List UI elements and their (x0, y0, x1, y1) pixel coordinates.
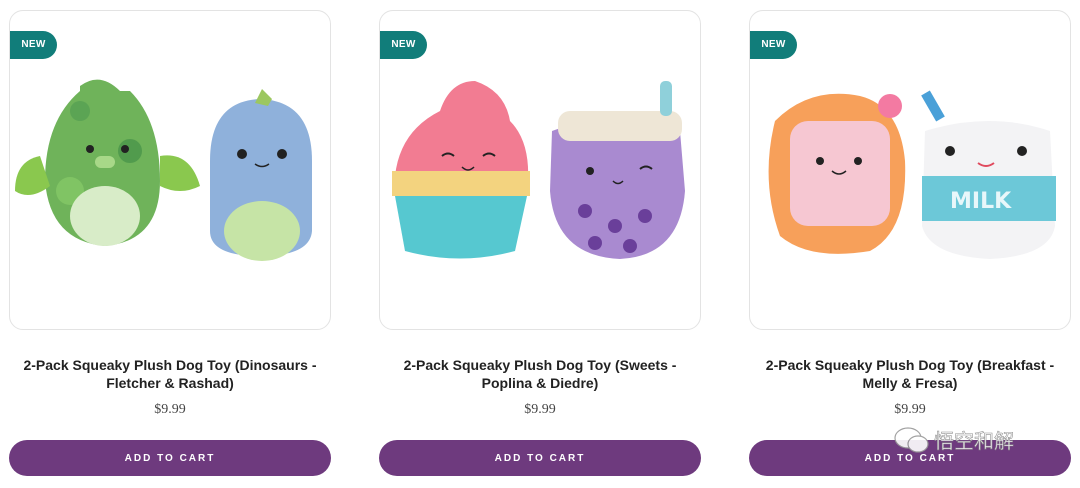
new-badge: NEW (380, 31, 427, 59)
milk-label: MILK (950, 189, 1012, 214)
new-badge: NEW (10, 31, 57, 59)
product-price: $9.99 (524, 402, 556, 417)
new-badge: NEW (750, 31, 797, 59)
product-image[interactable]: MILK NEW (749, 10, 1071, 330)
add-to-cart-button[interactable]: ADD TO CART (9, 440, 331, 476)
watermark-text: 悟空和解 (934, 429, 1014, 453)
breakfast-plush-image: MILK (768, 90, 1056, 259)
sweets-plush-image (392, 81, 685, 259)
product-price: $9.99 (894, 402, 926, 417)
dinosaur-plush-image (15, 79, 312, 261)
product-image[interactable]: NEW (379, 10, 701, 330)
product-card: MILK NEW 2-Pack Squeaky Plush Dog Toy (B… (749, 10, 1071, 476)
product-card: NEW 2-Pack Squeaky Plush Dog Toy (Dinosa… (9, 10, 331, 476)
wechat-icon (894, 427, 929, 453)
product-title[interactable]: 2-Pack Squeaky Plush Dog Toy (Dinosaurs … (9, 356, 331, 392)
product-title[interactable]: 2-Pack Squeaky Plush Dog Toy (Sweets - P… (379, 356, 701, 392)
product-title[interactable]: 2-Pack Squeaky Plush Dog Toy (Breakfast … (749, 356, 1071, 392)
product-image[interactable]: NEW (9, 10, 331, 330)
add-to-cart-button[interactable]: ADD TO CART (379, 440, 701, 476)
product-price: $9.99 (154, 402, 186, 417)
product-card: NEW 2-Pack Squeaky Plush Dog Toy (Sweets… (379, 10, 701, 476)
watermark: 悟空和解 (894, 427, 1014, 453)
